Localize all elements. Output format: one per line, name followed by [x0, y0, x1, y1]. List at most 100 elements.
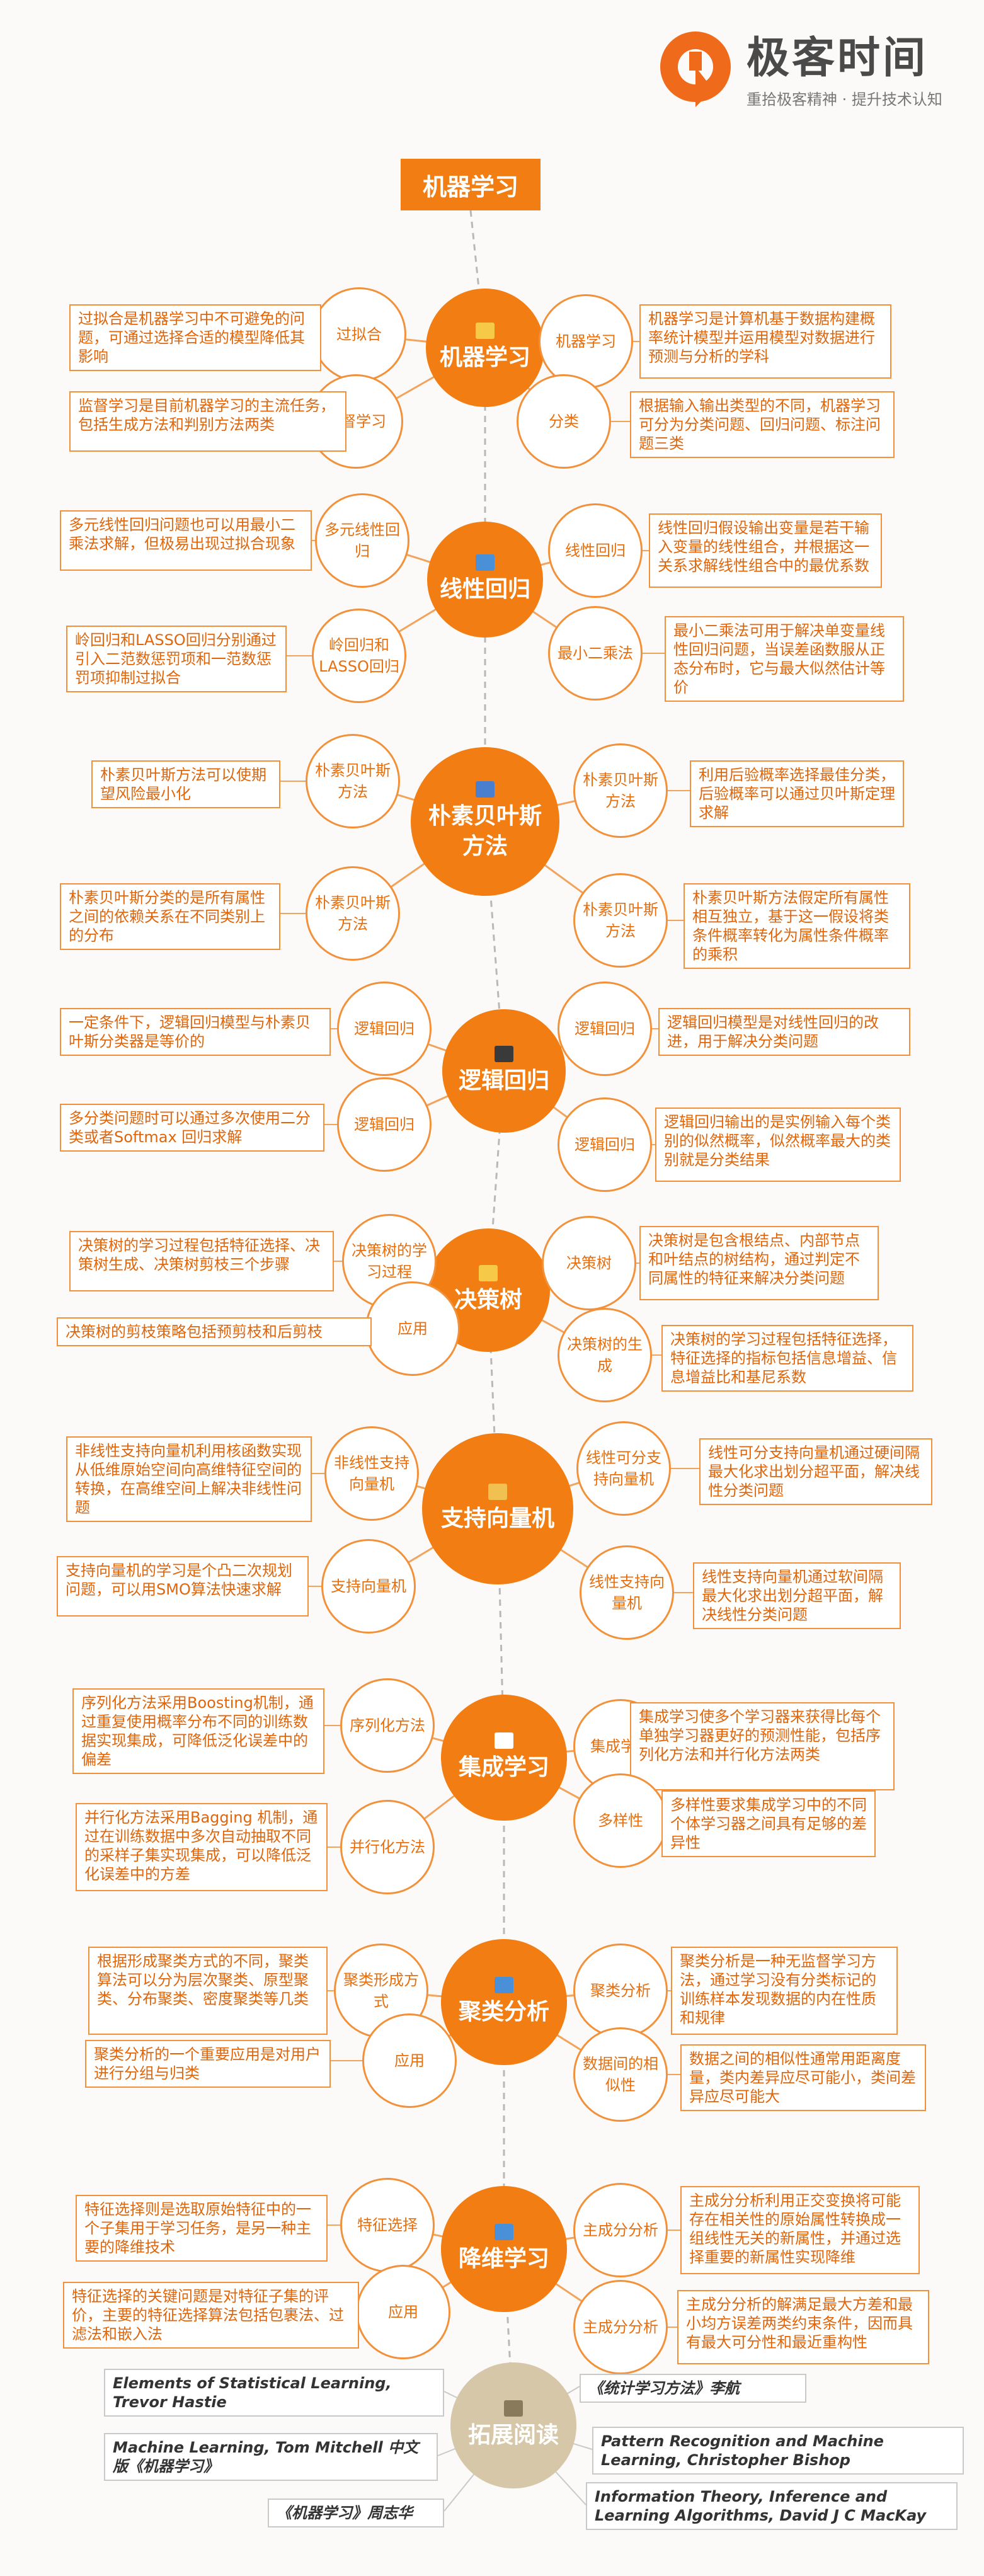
subtopic-node: 聚类分析 — [573, 1943, 668, 2038]
note-box: 集成学习使多个学习器来获得比每个单独学习器更好的预测性能，包括序列化方法和并行化… — [630, 1702, 895, 1790]
note-box: 最小二乘法可用于解决单变量线性回归问题，当误差函数服从正态分布时，它与最大似然估… — [665, 616, 904, 702]
note-box: 岭回归和LASSO回归分别通过引入二范数惩罚项和一范数惩罚项抑制过拟合 — [66, 626, 287, 692]
note-box: 决策树的学习过程包括特征选择，特征选择的指标包括信息增益、信息增益比和基尼系数 — [661, 1325, 913, 1392]
topic-icon — [495, 1977, 513, 1993]
page-title: 机器学习 — [401, 159, 541, 210]
subtopic-node: 朴素贝叶斯方法 — [573, 743, 668, 838]
note-box: 支持向量机的学习是个凸二次规划问题，可以用SMO算法快速求解 — [57, 1556, 309, 1617]
topic-icon — [476, 323, 495, 339]
topic-label: 降维学习 — [458, 2246, 549, 2272]
note-box: 聚类分析是一种无监督学习方法，通过学习没有分类标记的训练样本发现数据的内在性质和… — [671, 1947, 898, 2035]
topic-icon — [488, 1484, 507, 1500]
subtopic-node: 决策树的生成 — [558, 1308, 652, 1402]
reading-item: Pattern Recognition and Machine Learning… — [592, 2427, 964, 2475]
subtopic-node: 数据间的相似性 — [573, 2027, 668, 2122]
subtopic-node: 应用 — [362, 2013, 457, 2108]
note-box: 非线性支持向量机利用核函数实现从低维原始空间向高维特征空间的转换，在高维空间上解… — [66, 1436, 312, 1522]
subtopic-node: 朴素贝叶斯方法 — [306, 866, 400, 961]
topic-node: 机器学习 — [426, 289, 544, 407]
subtopic-node: 朴素贝叶斯方法 — [306, 734, 400, 828]
note-box: 决策树的剪枝策略包括预剪枝和后剪枝 — [57, 1317, 372, 1346]
reading-item: Information Theory, Inference and Learni… — [586, 2482, 958, 2530]
note-box: 朴素贝叶斯分类的是所有属性之间的依赖关系在不同类别上的分布 — [60, 883, 280, 950]
topic-node: 支持向量机 — [422, 1433, 573, 1584]
topic-label: 支持向量机 — [440, 1506, 554, 1531]
topic-icon — [495, 1732, 513, 1749]
reading-node: 拓展阅读 — [450, 2362, 576, 2488]
topic-node: 聚类分析 — [441, 1939, 567, 2065]
note-box: 根据形成聚类方式的不同，聚类算法可以分为层次聚类、原型聚类、分布聚类、密度聚类等… — [88, 1947, 328, 2035]
note-box: 序列化方法采用Boosting机制，通过重复使用概率分布不同的训练数据实现集成，… — [72, 1688, 324, 1774]
subtopic-node: 最小二乘法 — [548, 606, 643, 701]
subtopic-node: 岭回归和LASSO回归 — [312, 609, 406, 703]
note-box: 逻辑回归模型是对线性回归的改进，用于解决分类问题 — [658, 1008, 910, 1056]
note-box: 过拟合是机器学习中不可避免的问题，可通过选择合适的模型降低其影响 — [69, 304, 321, 371]
note-box: 主成分分析的解满足最大方差和最小均方误差两类约束条件，因而具有最大可分性和最近重… — [677, 2290, 929, 2364]
subtopic-node: 线性回归 — [548, 503, 643, 598]
subtopic-node: 逻辑回归 — [558, 982, 652, 1076]
reading-label: 拓展阅读 — [467, 2422, 559, 2448]
note-box: 主成分分析利用正交变换将可能存在相关性的原始属性转换成一组线性无关的新属性，并通… — [680, 2186, 920, 2274]
subtopic-node: 决策树 — [542, 1216, 636, 1310]
book-icon — [504, 2400, 523, 2417]
topic-node: 降维学习 — [441, 2186, 567, 2312]
topic-icon — [476, 781, 495, 798]
topic-label: 机器学习 — [439, 345, 530, 370]
subtopic-node: 非线性支持向量机 — [324, 1426, 419, 1521]
topic-label: 决策树 — [454, 1287, 522, 1313]
note-box: 线性可分支持向量机通过硬间隔最大化求出划分超平面，解决线性分类问题 — [699, 1438, 932, 1505]
subtopic-node: 序列化方法 — [340, 1678, 435, 1773]
topic-label: 集成学习 — [458, 1755, 549, 1780]
note-box: 决策树的学习过程包括特征选择、决策树生成、决策树剪枝三个步骤 — [69, 1231, 334, 1291]
topic-node: 逻辑回归 — [442, 1009, 566, 1133]
reading-item: 《机器学习》周志华 — [268, 2499, 444, 2527]
topic-label: 朴素贝叶斯方法 — [428, 803, 542, 859]
geektime-logo-icon — [660, 31, 731, 107]
note-box: 朴素贝叶斯方法可以使期望风险最小化 — [91, 760, 280, 808]
subtopic-node: 主成分分析 — [573, 2183, 668, 2277]
note-box: 利用后验概率选择最佳分类，后验概率可以通过贝叶斯定理求解 — [690, 760, 904, 827]
reading-item: Machine Learning, Tom Mitchell 中文版《机器学习》 — [104, 2433, 438, 2481]
subtopic-node: 逻辑回归 — [337, 982, 432, 1076]
brand-logo — [655, 26, 743, 115]
subtopic-node: 主成分分析 — [573, 2280, 668, 2374]
note-box: 朴素贝叶斯方法假定所有属性相互独立，基于这一假设将类条件概率转化为属性条件概率的… — [684, 883, 910, 969]
note-box: 机器学习是计算机基于数据构建概率统计模型并运用模型对数据进行预测与分析的学科 — [639, 304, 891, 379]
topic-node: 线性回归 — [427, 522, 543, 638]
subtopic-node: 应用 — [356, 2265, 450, 2359]
note-box: 线性支持向量机通过软间隔最大化求出划分超平面，解决线性分类问题 — [693, 1562, 901, 1629]
note-box: 聚类分析的一个重要应用是对用户进行分组与归类 — [85, 2040, 331, 2088]
topic-node: 朴素贝叶斯方法 — [411, 747, 559, 896]
subtopic-node: 支持向量机 — [321, 1539, 416, 1634]
note-box: 根据输入输出类型的不同，机器学习可分为分类问题、回归问题、标注问题三类 — [630, 391, 895, 458]
note-box: 特征选择的关键问题是对特征子集的评价，主要的特征选择算法包括包裹法、过滤法和嵌入… — [63, 2282, 359, 2349]
subtopic-node: 并行化方法 — [340, 1800, 435, 1894]
subtopic-node: 线性可分支持向量机 — [576, 1421, 671, 1516]
reading-item: Elements of Statistical Learning, Trevor… — [104, 2369, 444, 2417]
topic-label: 逻辑回归 — [458, 1068, 549, 1094]
subtopic-node: 应用 — [365, 1281, 460, 1376]
note-box: 特征选择则是选取原始特征中的一个子集用于学习任务，是另一种主要的降维技术 — [76, 2195, 328, 2262]
note-box: 多元线性回归问题也可以用最小二乘法求解，但极易出现过拟合现象 — [60, 510, 312, 571]
brand-name: 极客时间 — [747, 33, 929, 83]
note-box: 并行化方法采用Bagging 机制，通过在训练数据中多次自动抽取不同的采样子集实… — [76, 1803, 328, 1891]
subtopic-node: 朴素贝叶斯方法 — [573, 873, 668, 968]
subtopic-node: 特征选择 — [340, 2178, 435, 2272]
brand-slogan: 重拾极客精神 · 提升技术认知 — [747, 91, 942, 108]
topic-icon — [495, 2224, 513, 2240]
subtopic-node: 逻辑回归 — [558, 1097, 652, 1192]
topic-label: 线性回归 — [440, 576, 531, 602]
topic-icon — [495, 1046, 513, 1062]
topic-icon — [479, 1265, 498, 1281]
note-box: 一定条件下，逻辑回归模型与朴素贝叶斯分类器是等价的 — [60, 1008, 331, 1056]
note-box: 逻辑回归输出的是实例输入每个类别的似然概率，似然概率最大的类别就是分类结果 — [655, 1108, 901, 1182]
topic-node: 集成学习 — [441, 1695, 567, 1821]
subtopic-node: 逻辑回归 — [337, 1077, 432, 1172]
topic-label: 聚类分析 — [458, 1999, 549, 2025]
subtopic-node: 分类 — [517, 374, 611, 469]
reading-item: 《统计学习方法》李航 — [580, 2374, 806, 2403]
note-box: 多样性要求集成学习中的不同个体学习器之间具有足够的差异性 — [661, 1790, 876, 1857]
note-box: 监督学习是目前机器学习的主流任务，包括生成方法和判别方法两类 — [69, 391, 346, 452]
subtopic-node: 多样性 — [573, 1773, 668, 1868]
topic-icon — [476, 554, 495, 571]
